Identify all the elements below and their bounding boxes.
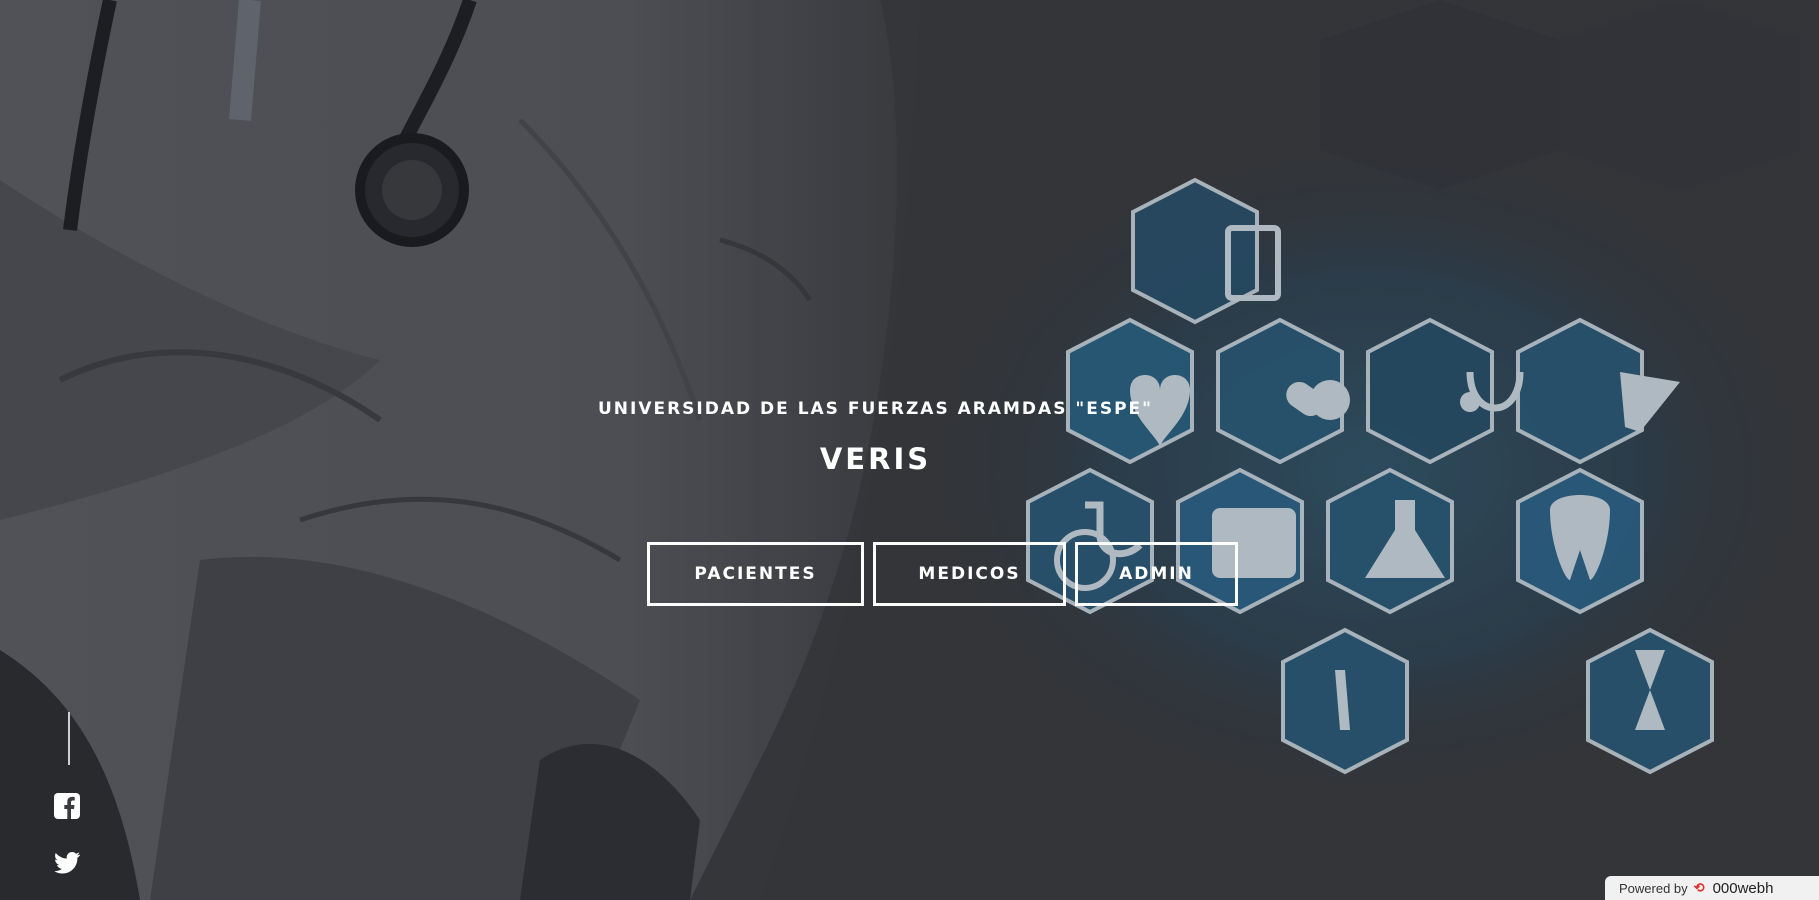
hero-content: UNIVERSIDAD DE LAS FUERZAS ARAMDAS "ESPE… xyxy=(0,0,1819,900)
hero-subtitle: UNIVERSIDAD DE LAS FUERZAS ARAMDAS "ESPE… xyxy=(597,399,1154,419)
powered-by-label: Powered by xyxy=(1619,880,1688,896)
hero-title: VERIS xyxy=(819,442,932,476)
powered-by-badge[interactable]: Powered by ⟲ 000webh xyxy=(1605,876,1819,900)
facebook-icon[interactable] xyxy=(52,791,82,821)
twitter-icon[interactable] xyxy=(52,847,82,877)
webhost-logo-icon: ⟲ xyxy=(1693,880,1705,895)
powered-by-brand: 000webh xyxy=(1712,879,1774,897)
medicos-button[interactable]: MEDICOS xyxy=(873,542,1066,606)
social-divider xyxy=(68,712,70,765)
social-links xyxy=(52,712,88,877)
pacientes-button[interactable]: PACIENTES xyxy=(647,542,864,606)
admin-button[interactable]: ADMIN xyxy=(1075,542,1238,606)
